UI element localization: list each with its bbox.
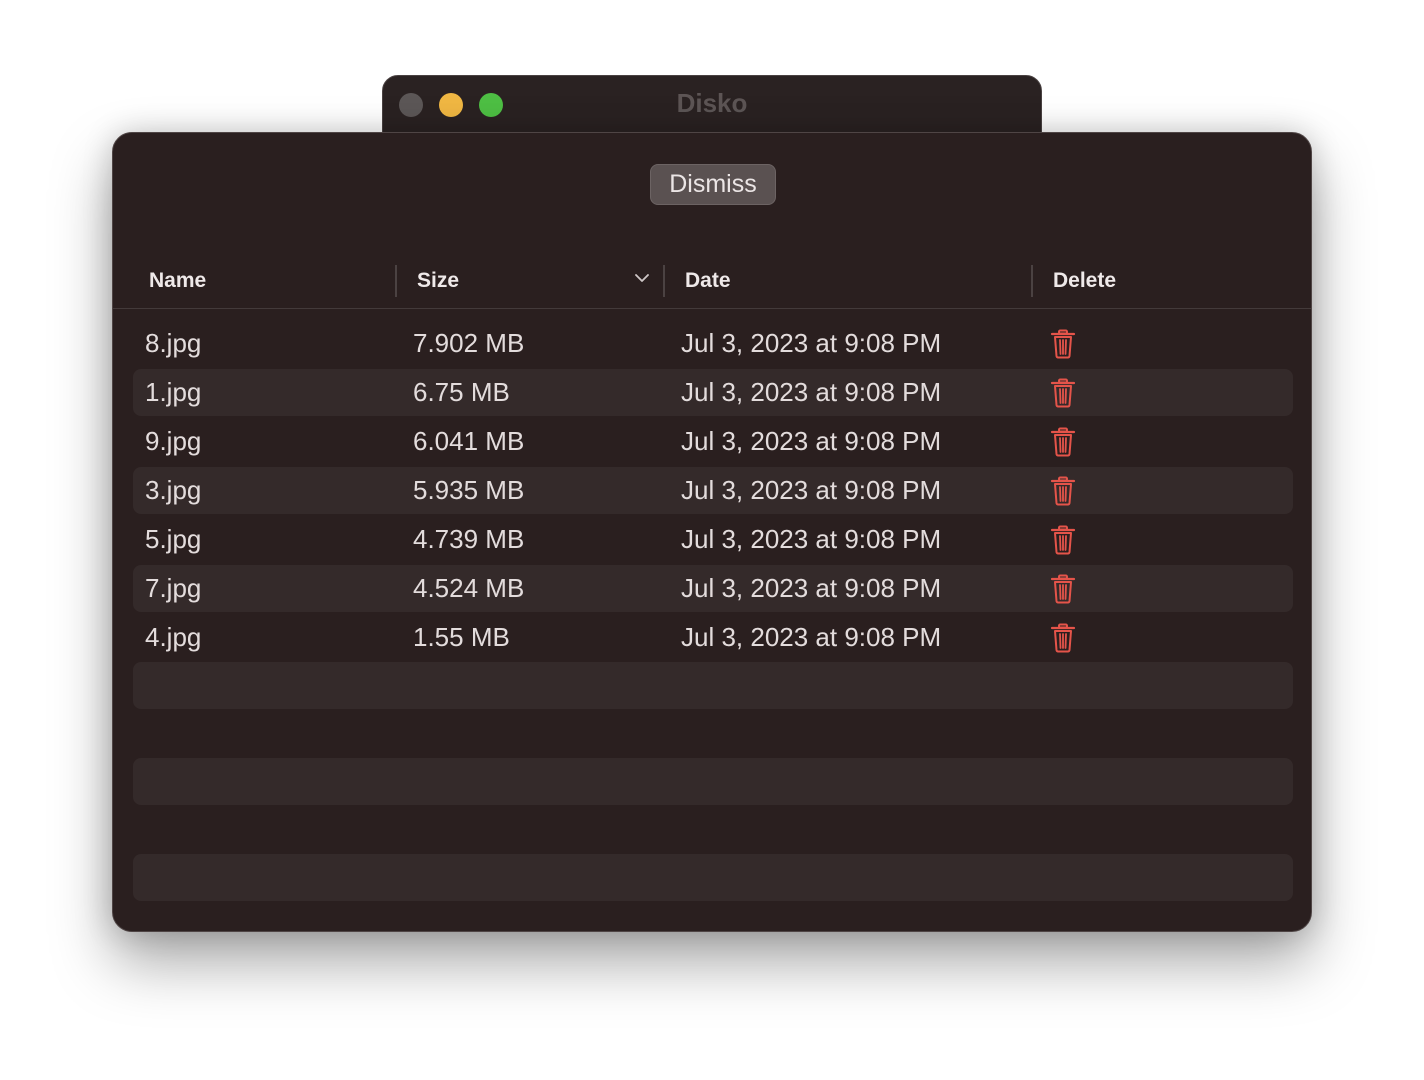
column-divider[interactable]: [395, 265, 397, 297]
cell-date: Jul 3, 2023 at 9:08 PM: [681, 328, 942, 358]
cell-size: 4.739 MB: [413, 524, 525, 554]
cell-date: Jul 3, 2023 at 9:08 PM: [681, 622, 942, 652]
column-header-date[interactable]: Date: [685, 263, 1015, 307]
trash-icon[interactable]: [1049, 427, 1077, 457]
empty-row: [133, 854, 1293, 901]
empty-row: [133, 662, 1293, 709]
cell-date: Jul 3, 2023 at 9:08 PM: [681, 475, 942, 505]
chevron-down-icon: [635, 274, 649, 282]
table-row[interactable]: 1.jpg 6.75 MB Jul 3, 2023 at 9:08 PM: [133, 369, 1293, 416]
column-header-delete[interactable]: Delete: [1053, 263, 1253, 307]
cell-name: 3.jpg: [145, 475, 202, 505]
trash-icon[interactable]: [1049, 378, 1077, 408]
cell-date: Jul 3, 2023 at 9:08 PM: [681, 377, 942, 407]
cell-size: 1.55 MB: [413, 622, 510, 652]
trash-icon[interactable]: [1049, 476, 1077, 506]
empty-row: [133, 758, 1293, 805]
cell-size: 5.935 MB: [413, 475, 525, 505]
file-list-sheet: Dismiss Name Size Date Delete 8.jpg 7.902…: [112, 132, 1312, 932]
trash-icon[interactable]: [1049, 574, 1077, 604]
window-title: Disko: [676, 88, 748, 118]
screen: Disko Dismiss Name Size Date Delete 8.jp…: [0, 0, 1424, 1080]
table-row[interactable]: 4.jpg 1.55 MB Jul 3, 2023 at 9:08 PM: [133, 614, 1293, 661]
cell-size: 7.902 MB: [413, 328, 525, 358]
table-row[interactable]: 7.jpg 4.524 MB Jul 3, 2023 at 9:08 PM: [133, 565, 1293, 612]
cell-name: 1.jpg: [145, 377, 202, 407]
cell-date: Jul 3, 2023 at 9:08 PM: [681, 426, 942, 456]
trash-icon[interactable]: [1049, 623, 1077, 653]
cell-name: 5.jpg: [145, 524, 202, 554]
column-divider[interactable]: [1031, 265, 1033, 297]
column-header-size-label: Size: [417, 269, 460, 292]
cell-date: Jul 3, 2023 at 9:08 PM: [681, 573, 942, 603]
column-header-date-label: Date: [685, 269, 731, 292]
cell-name: 9.jpg: [145, 426, 202, 456]
cell-date: Jul 3, 2023 at 9:08 PM: [681, 524, 942, 554]
column-divider[interactable]: [663, 265, 665, 297]
column-header-name-label: Name: [149, 269, 207, 292]
cell-size: 6.041 MB: [413, 426, 525, 456]
cell-name: 7.jpg: [145, 573, 202, 603]
cell-size: 4.524 MB: [413, 573, 525, 603]
table-row[interactable]: 9.jpg 6.041 MB Jul 3, 2023 at 9:08 PM: [133, 418, 1293, 465]
table-row[interactable]: 3.jpg 5.935 MB Jul 3, 2023 at 9:08 PM: [133, 467, 1293, 514]
dismiss-button[interactable]: Dismiss: [650, 164, 776, 205]
table-row[interactable]: 5.jpg 4.739 MB Jul 3, 2023 at 9:08 PM: [133, 516, 1293, 563]
table-row[interactable]: 8.jpg 7.902 MB Jul 3, 2023 at 9:08 PM: [133, 320, 1293, 367]
file-table-body: 8.jpg 7.902 MB Jul 3, 2023 at 9:08 PM 1.jpg…: [133, 320, 1293, 663]
cell-name: 8.jpg: [145, 328, 202, 358]
column-header-size[interactable]: Size: [417, 263, 657, 307]
column-header-delete-label: Delete: [1053, 269, 1117, 292]
cell-size: 6.75 MB: [413, 377, 510, 407]
column-header-name[interactable]: Name: [149, 263, 389, 307]
trash-icon[interactable]: [1049, 329, 1077, 359]
cell-name: 4.jpg: [145, 622, 202, 652]
trash-icon[interactable]: [1049, 525, 1077, 555]
table-header: Name Size Date Delete: [113, 263, 1311, 309]
